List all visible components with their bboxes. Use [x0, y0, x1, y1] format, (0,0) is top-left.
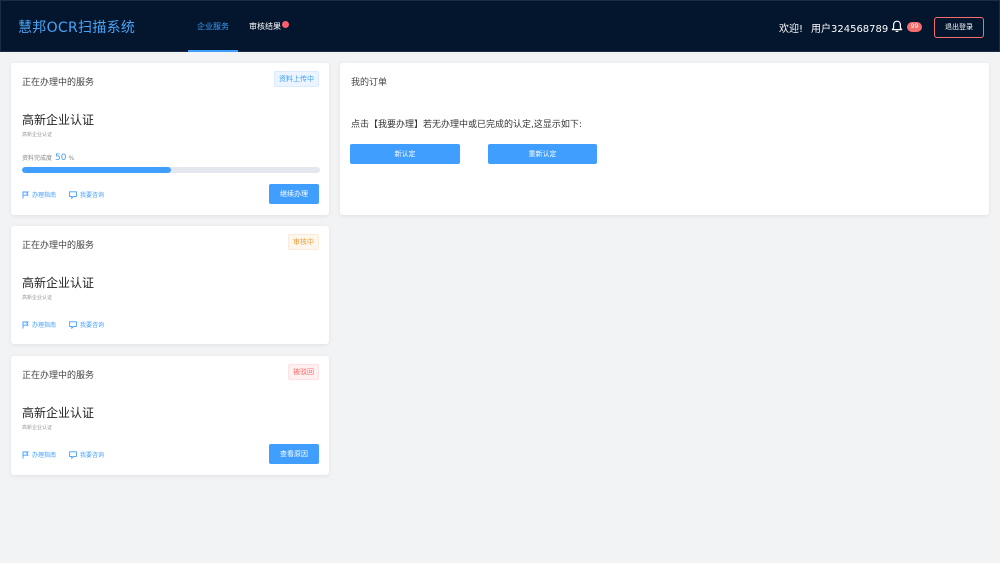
new-certification-button[interactable]: 新认定: [350, 144, 460, 164]
flag-icon: [22, 191, 29, 199]
guide-link[interactable]: 办理指南: [22, 320, 56, 329]
flag-icon: [22, 451, 29, 459]
tab-label: 企业服务: [197, 22, 229, 31]
service-subtitle: 高新企业认证: [22, 295, 53, 301]
service-subtitle: 高新企业认证: [22, 425, 53, 431]
status-badge: 被驳回: [288, 364, 319, 380]
consult-link[interactable]: 我要咨询: [69, 320, 105, 330]
consult-link-label: 我要咨询: [80, 452, 105, 459]
service-name: 高新企业认证: [22, 406, 95, 420]
view-reason-button[interactable]: 查看原因: [269, 444, 319, 464]
progress-value: 50: [55, 153, 67, 163]
chat-icon: [69, 451, 77, 460]
progress-bar-fill: [22, 167, 171, 173]
service-card-uploading: 正在办理中的服务 资料上传中 高新企业认证 高新企业认证 资料完成度 50% 办理…: [11, 63, 329, 215]
guide-link-label: 办理指南: [32, 452, 57, 459]
card-title: 正在办理中的服务: [22, 78, 95, 88]
tab-review-result[interactable]: 审核结果: [249, 1, 297, 52]
tab-label: 审核结果: [249, 22, 281, 31]
notification-count-badge: 99: [907, 22, 922, 32]
service-name: 高新企业认证: [22, 113, 95, 127]
new-dot-badge: [282, 21, 289, 28]
service-subtitle: 高新企业认证: [22, 132, 53, 138]
bell-icon[interactable]: [891, 20, 903, 33]
consult-link-label: 我要咨询: [80, 322, 105, 329]
chat-icon: [69, 321, 77, 330]
status-badge: 资料上传中: [274, 71, 319, 87]
my-orders-panel: 我的订单 点击【我要办理】若无办理中或已完成的认定,这显示如下: 新认定 重新认…: [340, 63, 989, 215]
brand-title: 慧邦OCR扫描系统: [18, 20, 136, 36]
orders-instruction: 点击【我要办理】若无办理中或已完成的认定,这显示如下:: [351, 120, 582, 130]
tab-enterprise-service[interactable]: 企业服务: [188, 1, 238, 52]
guide-link[interactable]: 办理指南: [22, 450, 56, 459]
service-card-rejected: 正在办理中的服务 被驳回 高新企业认证 高新企业认证 办理指南 我要咨询 查看原…: [11, 356, 329, 475]
top-navbar: 慧邦OCR扫描系统 企业服务 审核结果 欢迎! 用户324568789 99 退…: [0, 0, 1000, 52]
guide-link-label: 办理指南: [32, 192, 57, 199]
continue-button[interactable]: 继续办理: [269, 184, 319, 204]
progress-label: 资料完成度: [22, 155, 53, 162]
chat-icon: [69, 191, 77, 200]
username: 用户324568789: [811, 24, 889, 35]
guide-link[interactable]: 办理指南: [22, 190, 56, 199]
flag-icon: [22, 321, 29, 329]
welcome-text: 欢迎!: [779, 24, 804, 35]
consult-link-label: 我要咨询: [80, 192, 105, 199]
progress-bar: [22, 167, 320, 173]
orders-title: 我的订单: [351, 78, 388, 88]
logout-button[interactable]: 退出登录: [934, 17, 984, 38]
service-card-reviewing: 正在办理中的服务 审核中 高新企业认证 高新企业认证 办理指南 我要咨询: [11, 226, 329, 344]
recertification-button[interactable]: 重新认定: [488, 144, 597, 164]
progress-label-row: 资料完成度 50%: [22, 153, 74, 163]
card-title: 正在办理中的服务: [22, 371, 95, 381]
guide-link-label: 办理指南: [32, 322, 57, 329]
card-title: 正在办理中的服务: [22, 241, 95, 251]
progress-unit: %: [68, 155, 75, 162]
consult-link[interactable]: 我要咨询: [69, 190, 105, 200]
status-badge: 审核中: [288, 234, 319, 250]
consult-link[interactable]: 我要咨询: [69, 450, 105, 460]
service-name: 高新企业认证: [22, 276, 95, 290]
